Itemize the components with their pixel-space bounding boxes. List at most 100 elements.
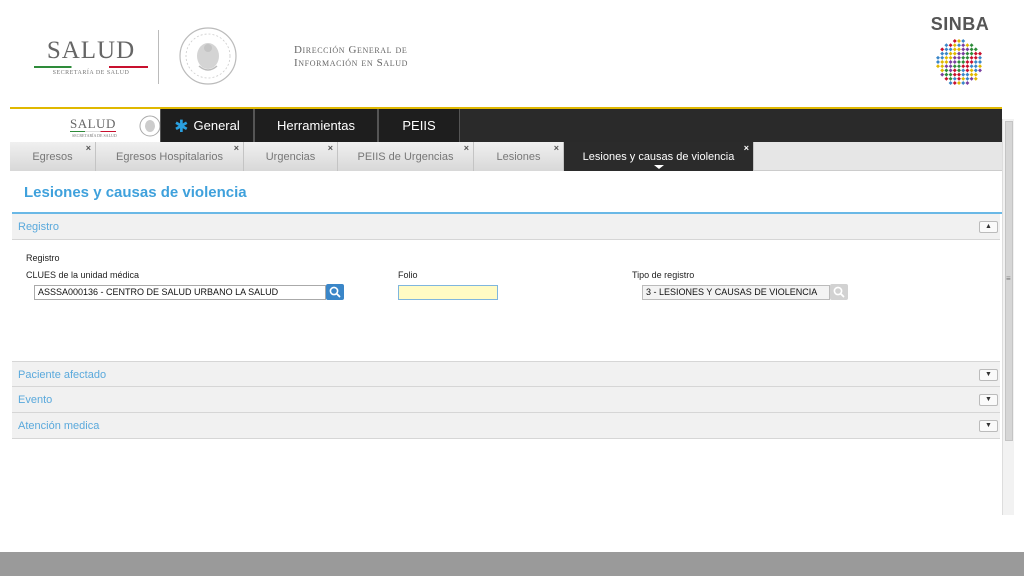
expand-down-icon[interactable]: ▼ bbox=[979, 394, 998, 406]
sinba-globe-dot bbox=[965, 43, 970, 48]
sinba-globe-dot bbox=[952, 39, 957, 43]
sinba-globe-dot bbox=[952, 81, 957, 85]
dgis-title-line1: Dirección General de bbox=[294, 44, 408, 56]
sinba-globe-dot bbox=[948, 76, 953, 81]
expand-down-icon[interactable]: ▼ bbox=[979, 369, 998, 381]
sinba-globe-dot bbox=[948, 68, 953, 73]
section-paciente-header[interactable]: Paciente afectado ▼ bbox=[12, 361, 1000, 387]
sinba-globe-dot bbox=[961, 72, 966, 77]
sinba-globe-dot bbox=[944, 51, 949, 56]
sinba-globe-dot bbox=[957, 51, 961, 56]
sinba-globe-dot bbox=[944, 55, 949, 60]
sinba-globe-dot bbox=[973, 51, 978, 56]
close-icon[interactable]: × bbox=[86, 133, 91, 163]
dgis-title-line2: Información en Salud bbox=[294, 57, 408, 69]
sinba-globe-dot bbox=[965, 51, 970, 56]
sinba-globe-dot bbox=[957, 64, 961, 69]
nav-peiis[interactable]: PEIIS bbox=[378, 109, 460, 142]
section-registro-header[interactable]: Registro ▲ bbox=[12, 214, 1000, 240]
expand-down-icon[interactable]: ▼ bbox=[979, 420, 998, 432]
salud-logo-subtitle: SECRETARÍA DE SALUD bbox=[52, 70, 130, 76]
salud-logo-text: SALUD bbox=[46, 37, 136, 64]
sinba-globe-dot bbox=[936, 64, 940, 69]
sinba-globe-dot bbox=[940, 47, 945, 52]
sinba-globe-dot bbox=[969, 55, 974, 60]
section-evento-label: Evento bbox=[18, 394, 53, 406]
sinba-globe-dot bbox=[948, 51, 953, 56]
nav-general-label: General bbox=[193, 118, 240, 133]
clues-label: CLUES de la unidad médica bbox=[26, 270, 140, 280]
tab-lesiones[interactable]: Lesiones × bbox=[474, 142, 564, 171]
sinba-globe-dot bbox=[948, 60, 953, 64]
sinba-globe-dot bbox=[940, 60, 945, 64]
tab-lesiones-violencia[interactable]: Lesiones y causas de violencia × bbox=[564, 142, 754, 171]
close-icon[interactable]: × bbox=[554, 133, 559, 163]
nav-herramientas[interactable]: Herramientas bbox=[254, 109, 378, 142]
collapse-up-icon[interactable]: ▲ bbox=[979, 221, 998, 233]
nav-peiis-label: PEIIS bbox=[402, 118, 436, 133]
sinba-globe-dot bbox=[973, 47, 978, 52]
sinba-globe-dot bbox=[961, 39, 966, 43]
sinba-globe-dot bbox=[961, 76, 966, 81]
sinba-globe-dot bbox=[952, 60, 957, 64]
coat-of-arms-seal-icon bbox=[179, 27, 237, 85]
sinba-globe-dot bbox=[961, 81, 966, 85]
sinba-globe-dot bbox=[936, 60, 940, 64]
sinba-globe-dot bbox=[948, 43, 953, 48]
sinba-globe-dot bbox=[957, 60, 961, 64]
dgis-title: Dirección General de Información en Salu… bbox=[294, 44, 408, 70]
sinba-globe-dot bbox=[940, 55, 945, 60]
sinba-globe-dot bbox=[978, 68, 982, 73]
sinba-globe-dot bbox=[948, 47, 953, 52]
folio-input[interactable] bbox=[398, 285, 498, 300]
sinba-globe-dot bbox=[961, 55, 966, 60]
sinba-globe-dot bbox=[957, 47, 961, 52]
sinba-globe-dot bbox=[973, 76, 978, 81]
sinba-globe-dot bbox=[969, 76, 974, 81]
sinba-globe-icon bbox=[936, 39, 982, 85]
scrollbar-grip-icon: ≡ bbox=[1006, 274, 1011, 283]
close-icon[interactable]: × bbox=[744, 133, 749, 163]
page: SALUD SECRETARÍA DE SALUD Dirección Gene… bbox=[0, 0, 1024, 576]
tab-urgencias[interactable]: Urgencias × bbox=[244, 142, 338, 171]
sinba-globe-dot bbox=[944, 76, 949, 81]
section-atencion-label: Atención medica bbox=[18, 420, 100, 432]
sinba-globe-dot bbox=[952, 72, 957, 77]
close-icon[interactable]: × bbox=[464, 133, 469, 163]
sinba-globe-dot bbox=[973, 68, 978, 73]
sinba-globe-dot bbox=[952, 51, 957, 56]
nav-general[interactable]: ✱ General bbox=[160, 109, 254, 142]
close-icon[interactable]: × bbox=[328, 133, 333, 163]
navbar-logo-line bbox=[70, 131, 116, 132]
sinba-globe-dot bbox=[952, 55, 957, 60]
sinba-globe-dot bbox=[961, 51, 966, 56]
sinba-globe-dot bbox=[940, 51, 945, 56]
folio-label: Folio bbox=[398, 270, 418, 280]
sinba-globe-dot bbox=[948, 64, 953, 69]
section-evento-header[interactable]: Evento ▼ bbox=[12, 387, 1000, 413]
close-icon[interactable]: × bbox=[234, 133, 239, 163]
tab-label: Lesiones bbox=[496, 151, 541, 163]
clues-field[interactable]: ASSSA000136 - CENTRO DE SALUD URBANO LA … bbox=[34, 285, 326, 300]
tab-egresos-hospitalarios[interactable]: Egresos Hospitalarios × bbox=[96, 142, 244, 171]
tipo-registro-field: 3 - LESIONES Y CAUSAS DE VIOLENCIA bbox=[642, 285, 830, 300]
sinba-globe-dot bbox=[940, 64, 945, 69]
tab-label: Egresos Hospitalarios bbox=[116, 151, 223, 163]
sinba-globe-dot bbox=[944, 72, 949, 77]
section-atencion-header[interactable]: Atención medica ▼ bbox=[12, 413, 1000, 439]
sinba-globe-dot bbox=[965, 81, 970, 85]
vertical-scrollbar[interactable]: ≡ bbox=[1002, 119, 1014, 515]
navbar-logo-subtitle: SECRETARÍA DE SALUD bbox=[72, 133, 117, 138]
sinba-globe-dot bbox=[961, 47, 966, 52]
tab-bar: Egresos × Egresos Hospitalarios × Urgenc… bbox=[10, 142, 1002, 171]
sinba-globe-dot bbox=[957, 39, 961, 43]
sinba-globe-dot bbox=[957, 72, 961, 77]
sinba-globe-dot bbox=[965, 68, 970, 73]
tipo-registro-label: Tipo de registro bbox=[632, 270, 695, 280]
page-title: Lesiones y causas de violencia bbox=[24, 184, 247, 201]
clues-search-icon[interactable] bbox=[326, 284, 344, 300]
tab-peiis-urgencias[interactable]: PEIIS de Urgencias × bbox=[338, 142, 474, 171]
footer-bar bbox=[0, 552, 1024, 576]
tab-egresos[interactable]: Egresos × bbox=[10, 142, 96, 171]
sinba-globe-dot bbox=[965, 64, 970, 69]
